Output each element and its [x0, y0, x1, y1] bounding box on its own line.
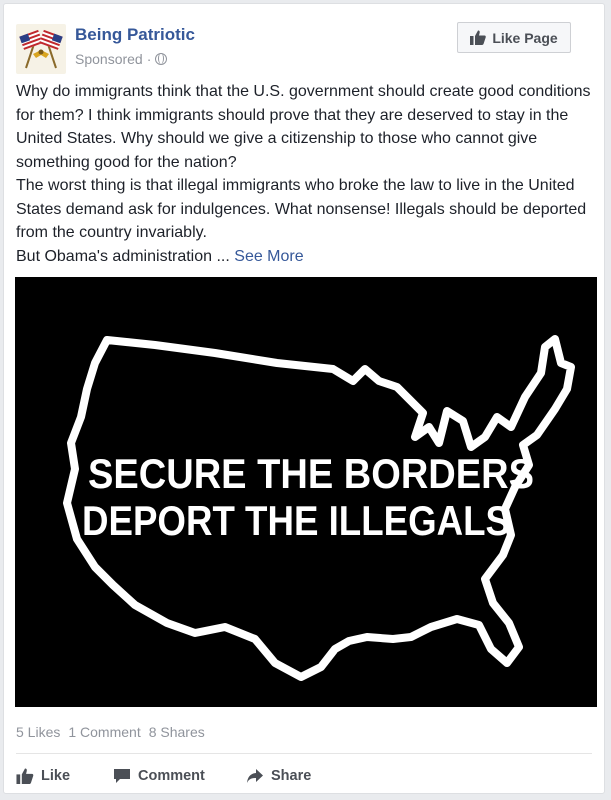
flags-logo-icon: [19, 29, 63, 69]
see-more-link[interactable]: See More: [234, 248, 303, 265]
us-map-graphic: SECURE THE BORDERS DEPORT THE ILLEGALS: [15, 277, 597, 707]
truncated-text: But Obama's administration ...: [16, 247, 230, 265]
post-stats: 5 Likes 1 Comment 8 Shares: [16, 724, 205, 740]
comments-count[interactable]: 1 Comment: [68, 724, 140, 740]
like-page-label: Like Page: [492, 29, 558, 46]
comment-button[interactable]: Comment: [113, 761, 205, 791]
post-actions: Like Comment Share: [16, 761, 596, 791]
page-avatar[interactable]: [16, 24, 66, 74]
page-name-link[interactable]: Being Patriotic: [75, 25, 195, 45]
share-icon: [247, 769, 263, 783]
post-paragraph-2: The worst thing is that illegal immigran…: [16, 177, 587, 241]
post-paragraph-1: Why do immigrants think that the U.S. go…: [16, 83, 591, 171]
post-paragraph-3: But Obama's administration ... See More: [16, 245, 596, 269]
like-label: Like: [41, 768, 71, 784]
share-label: Share: [271, 768, 312, 784]
actions-divider: [16, 753, 592, 754]
like-button[interactable]: Like: [16, 761, 70, 791]
share-button[interactable]: Share: [246, 761, 311, 791]
like-page-button[interactable]: Like Page: [457, 22, 571, 53]
sponsored-label[interactable]: Sponsored: [75, 51, 143, 67]
meta-separator: ·: [146, 51, 152, 67]
comment-icon: [114, 769, 130, 783]
thumbs-up-icon: [16, 768, 34, 784]
thumbs-up-icon: [470, 30, 487, 45]
post-image[interactable]: SECURE THE BORDERS DEPORT THE ILLEGALS: [15, 277, 597, 707]
globe-icon: [155, 53, 168, 65]
comment-label: Comment: [138, 768, 205, 784]
image-line-1: SECURE THE BORDERS: [88, 450, 534, 497]
shares-count[interactable]: 8 Shares: [149, 724, 205, 740]
post-body: Why do immigrants think that the U.S. go…: [16, 80, 596, 268]
likes-count[interactable]: 5 Likes: [16, 724, 60, 740]
image-line-2: DEPORT THE ILLEGALS: [82, 497, 510, 544]
post-meta: Sponsored ·: [75, 51, 168, 67]
post-card: Being Patriotic Sponsored · Like Page Wh…: [3, 3, 605, 794]
